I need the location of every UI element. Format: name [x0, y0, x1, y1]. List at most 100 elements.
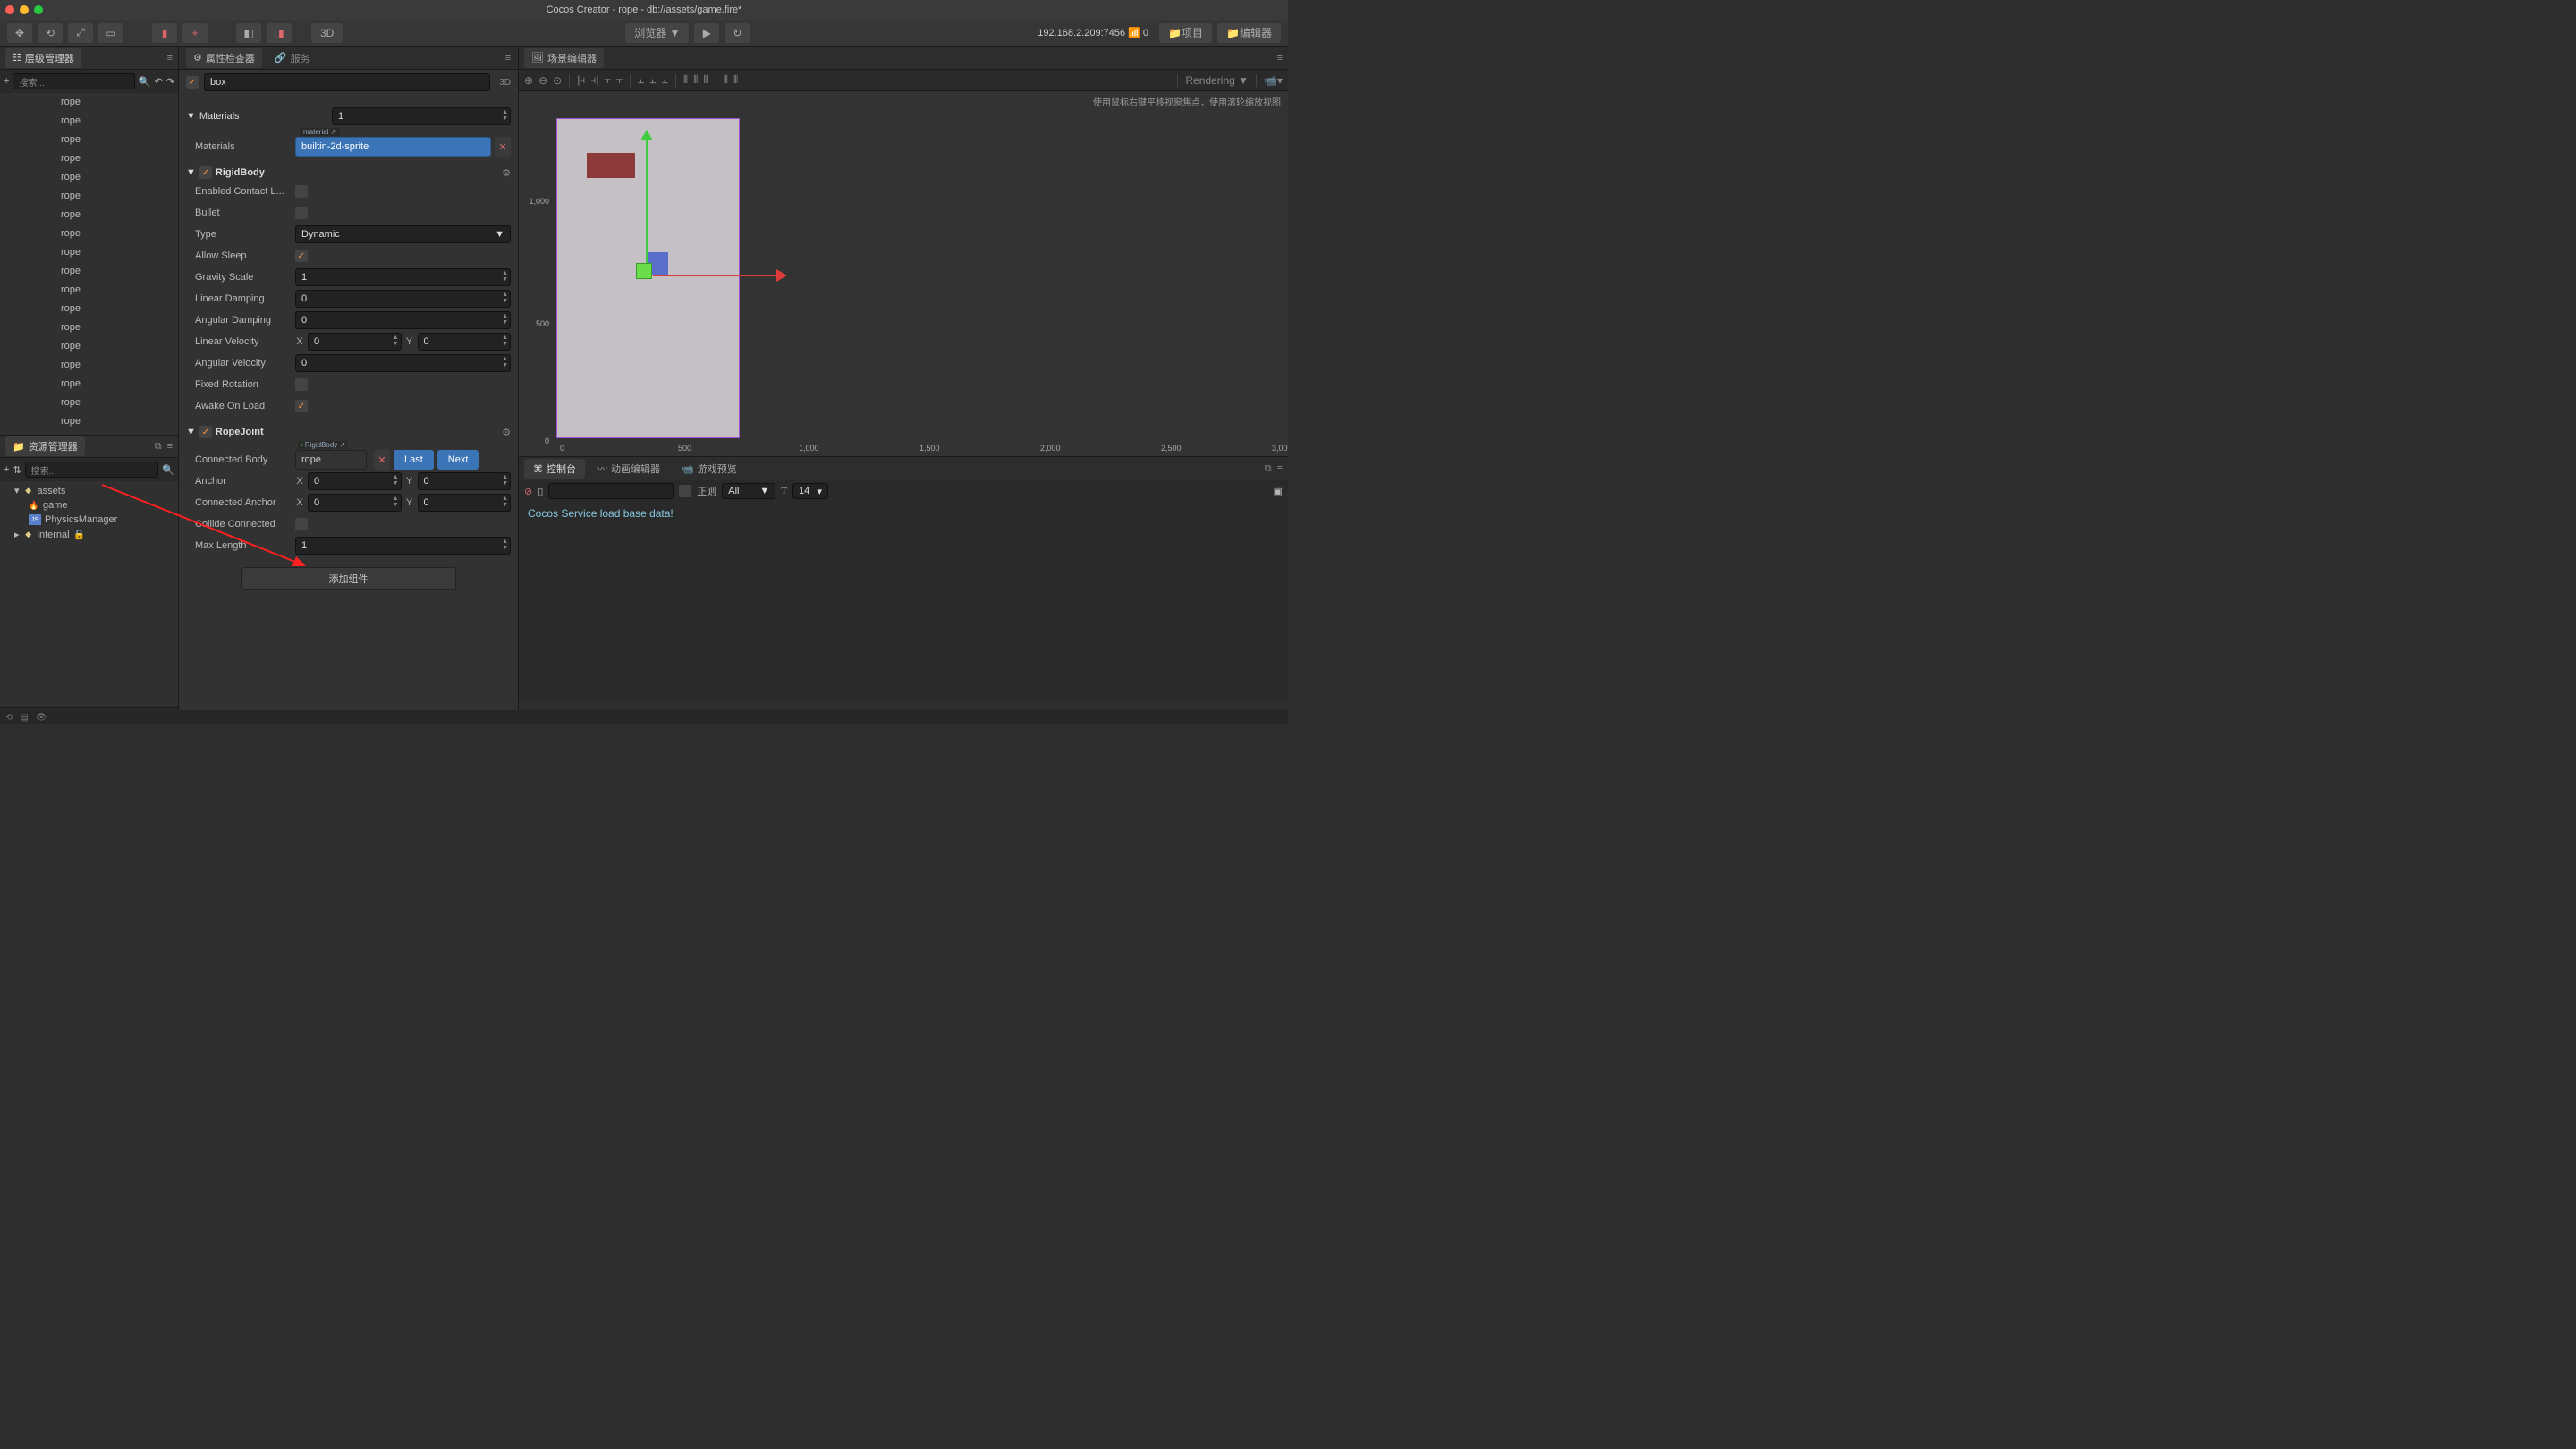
- connected-body-slot[interactable]: ▪RigidBody ↗ rope: [295, 450, 367, 470]
- ropejoint-enabled-checkbox[interactable]: [199, 426, 212, 438]
- angular-vel-input[interactable]: 0▲▼: [295, 354, 511, 372]
- type-select[interactable]: Dynamic▼: [295, 225, 511, 243]
- rigidbody-header[interactable]: ▼RigidBody⚙: [186, 165, 511, 181]
- ropejoint-header[interactable]: ▼RopeJoint⚙: [186, 424, 511, 440]
- tree-item[interactable]: rope: [0, 187, 178, 206]
- menu-icon[interactable]: ≡: [167, 441, 173, 453]
- align-icon[interactable]: ⫟: [604, 73, 610, 87]
- close-icon[interactable]: [5, 5, 14, 14]
- fixed-rotation-checkbox[interactable]: [295, 378, 308, 391]
- regex-checkbox[interactable]: [679, 485, 691, 497]
- tree-item[interactable]: rope: [0, 337, 178, 356]
- linear-vel-y-input[interactable]: 0▲▼: [418, 333, 512, 351]
- node-name-input[interactable]: box: [204, 73, 490, 91]
- hierarchy-tree[interactable]: rope rope rope rope rope rope rope rope …: [0, 93, 178, 435]
- camera-icon[interactable]: 📹▾: [1264, 74, 1283, 87]
- editor-button[interactable]: 📁 编辑器: [1217, 23, 1281, 43]
- gizmo-origin[interactable]: [636, 263, 652, 279]
- sync-icon[interactable]: ⟲: [5, 713, 13, 723]
- hierarchy-search[interactable]: 搜索...: [13, 73, 134, 89]
- pivot-icon[interactable]: ◨: [267, 23, 292, 43]
- rect-tool-icon[interactable]: ▭: [98, 23, 123, 43]
- doc-icon[interactable]: ▯: [538, 486, 543, 497]
- collapse-icon[interactable]: ▣: [1274, 486, 1283, 497]
- distribute-icon[interactable]: ⦀: [693, 73, 698, 87]
- project-button[interactable]: 📁 项目: [1159, 23, 1212, 43]
- scene-node-red[interactable]: [587, 153, 635, 178]
- gizmo-y-axis[interactable]: [646, 136, 648, 275]
- popout-icon[interactable]: ⧉: [1265, 463, 1272, 475]
- tree-item[interactable]: rope: [0, 131, 178, 149]
- clear-material-icon[interactable]: ✕: [495, 137, 511, 157]
- tree-item[interactable]: rope: [0, 281, 178, 300]
- sync-icon[interactable]: ⟲: [38, 23, 63, 43]
- tree-item[interactable]: rope: [0, 168, 178, 187]
- asset-item[interactable]: 🔥game: [0, 498, 178, 513]
- menu-icon[interactable]: ≡: [1277, 463, 1283, 475]
- distribute-icon[interactable]: ⦀: [703, 73, 708, 87]
- fontsize-select[interactable]: 14▾: [792, 483, 828, 499]
- menu-icon[interactable]: ≡: [167, 53, 173, 64]
- tree-item[interactable]: rope: [0, 112, 178, 131]
- tree-item[interactable]: rope: [0, 149, 178, 168]
- assets-search[interactable]: 搜索...: [25, 462, 159, 478]
- block-icon[interactable]: ⊘: [524, 486, 532, 497]
- minimize-icon[interactable]: [20, 5, 29, 14]
- gizmo-x-axis[interactable]: [653, 275, 780, 276]
- rendering-select[interactable]: Rendering ▼: [1185, 74, 1249, 87]
- zoom-reset-icon[interactable]: ⊙: [553, 74, 562, 87]
- layers-icon[interactable]: ▤: [20, 713, 28, 723]
- materials-header[interactable]: ▼Materials 1▲▼: [186, 106, 511, 127]
- angular-damping-input[interactable]: 0▲▼: [295, 311, 511, 329]
- redo-icon[interactable]: ↷: [166, 76, 174, 88]
- maximize-icon[interactable]: [34, 5, 43, 14]
- anchor-icon[interactable]: ◧: [236, 23, 261, 43]
- hierarchy-tab[interactable]: ☷ 层级管理器: [5, 48, 81, 68]
- text-icon[interactable]: T: [781, 486, 787, 496]
- add-icon[interactable]: +: [182, 23, 208, 43]
- anchor-x-input[interactable]: 0▲▼: [308, 472, 402, 490]
- connected-anchor-x-input[interactable]: 0▲▼: [308, 494, 402, 512]
- rigidbody-enabled-checkbox[interactable]: [199, 166, 212, 179]
- tree-item[interactable]: rope: [0, 300, 178, 318]
- gear-icon[interactable]: ⚙: [502, 427, 511, 438]
- assets-tree[interactable]: ▾◆assets 🔥game JSPhysicsManager ▸◆intern…: [0, 481, 178, 707]
- zoom-out-icon[interactable]: ⊖: [538, 74, 547, 87]
- material-slot[interactable]: material ↗ builtin-2d-sprite: [295, 137, 491, 157]
- distribute-icon[interactable]: ⦀: [733, 73, 738, 87]
- tree-item[interactable]: rope: [0, 225, 178, 243]
- asset-item[interactable]: ▸◆internal 🔒: [0, 527, 178, 542]
- inspector-tab[interactable]: ⚙属性检查器: [186, 48, 262, 68]
- assets-tab[interactable]: 📁 资源管理器: [5, 436, 85, 456]
- console-filter[interactable]: [548, 483, 674, 499]
- tree-item[interactable]: rope: [0, 394, 178, 412]
- gear-icon[interactable]: ⚙: [502, 167, 511, 179]
- align-icon[interactable]: |⫞: [577, 73, 585, 87]
- undo-icon[interactable]: ↶: [155, 76, 163, 88]
- tree-item[interactable]: rope: [0, 318, 178, 337]
- align-icon[interactable]: ⫟: [616, 73, 623, 87]
- contact-listener-checkbox[interactable]: [295, 185, 308, 198]
- menu-icon[interactable]: ≡: [1277, 53, 1283, 64]
- last-button[interactable]: Last: [394, 450, 434, 470]
- console-tab[interactable]: ⌘控制台: [524, 459, 585, 479]
- align-icon[interactable]: ⫠: [662, 73, 668, 87]
- bullet-checkbox[interactable]: [295, 207, 308, 219]
- anchor-y-input[interactable]: 0▲▼: [418, 472, 512, 490]
- linear-vel-x-input[interactable]: 0▲▼: [308, 333, 402, 351]
- align-icon[interactable]: ⫠: [638, 73, 644, 87]
- asset-item[interactable]: ▾◆assets: [0, 483, 178, 498]
- collide-connected-checkbox[interactable]: [295, 518, 308, 530]
- allow-sleep-checkbox[interactable]: [295, 250, 308, 262]
- linear-damping-input[interactable]: 0▲▼: [295, 290, 511, 308]
- animation-tab[interactable]: 〰动画编辑器: [589, 459, 669, 479]
- browser-select[interactable]: 浏览器 ▼: [625, 23, 689, 43]
- asset-item[interactable]: JSPhysicsManager: [0, 513, 178, 527]
- connected-anchor-y-input[interactable]: 0▲▼: [418, 494, 512, 512]
- align-icon[interactable]: ⫠: [649, 73, 656, 87]
- level-select[interactable]: All▼: [722, 483, 775, 499]
- add-component-button[interactable]: 添加组件: [242, 567, 456, 590]
- services-tab[interactable]: 🔗服务: [267, 48, 318, 68]
- 3d-button[interactable]: 3D: [311, 23, 343, 43]
- tree-item[interactable]: rope: [0, 206, 178, 225]
